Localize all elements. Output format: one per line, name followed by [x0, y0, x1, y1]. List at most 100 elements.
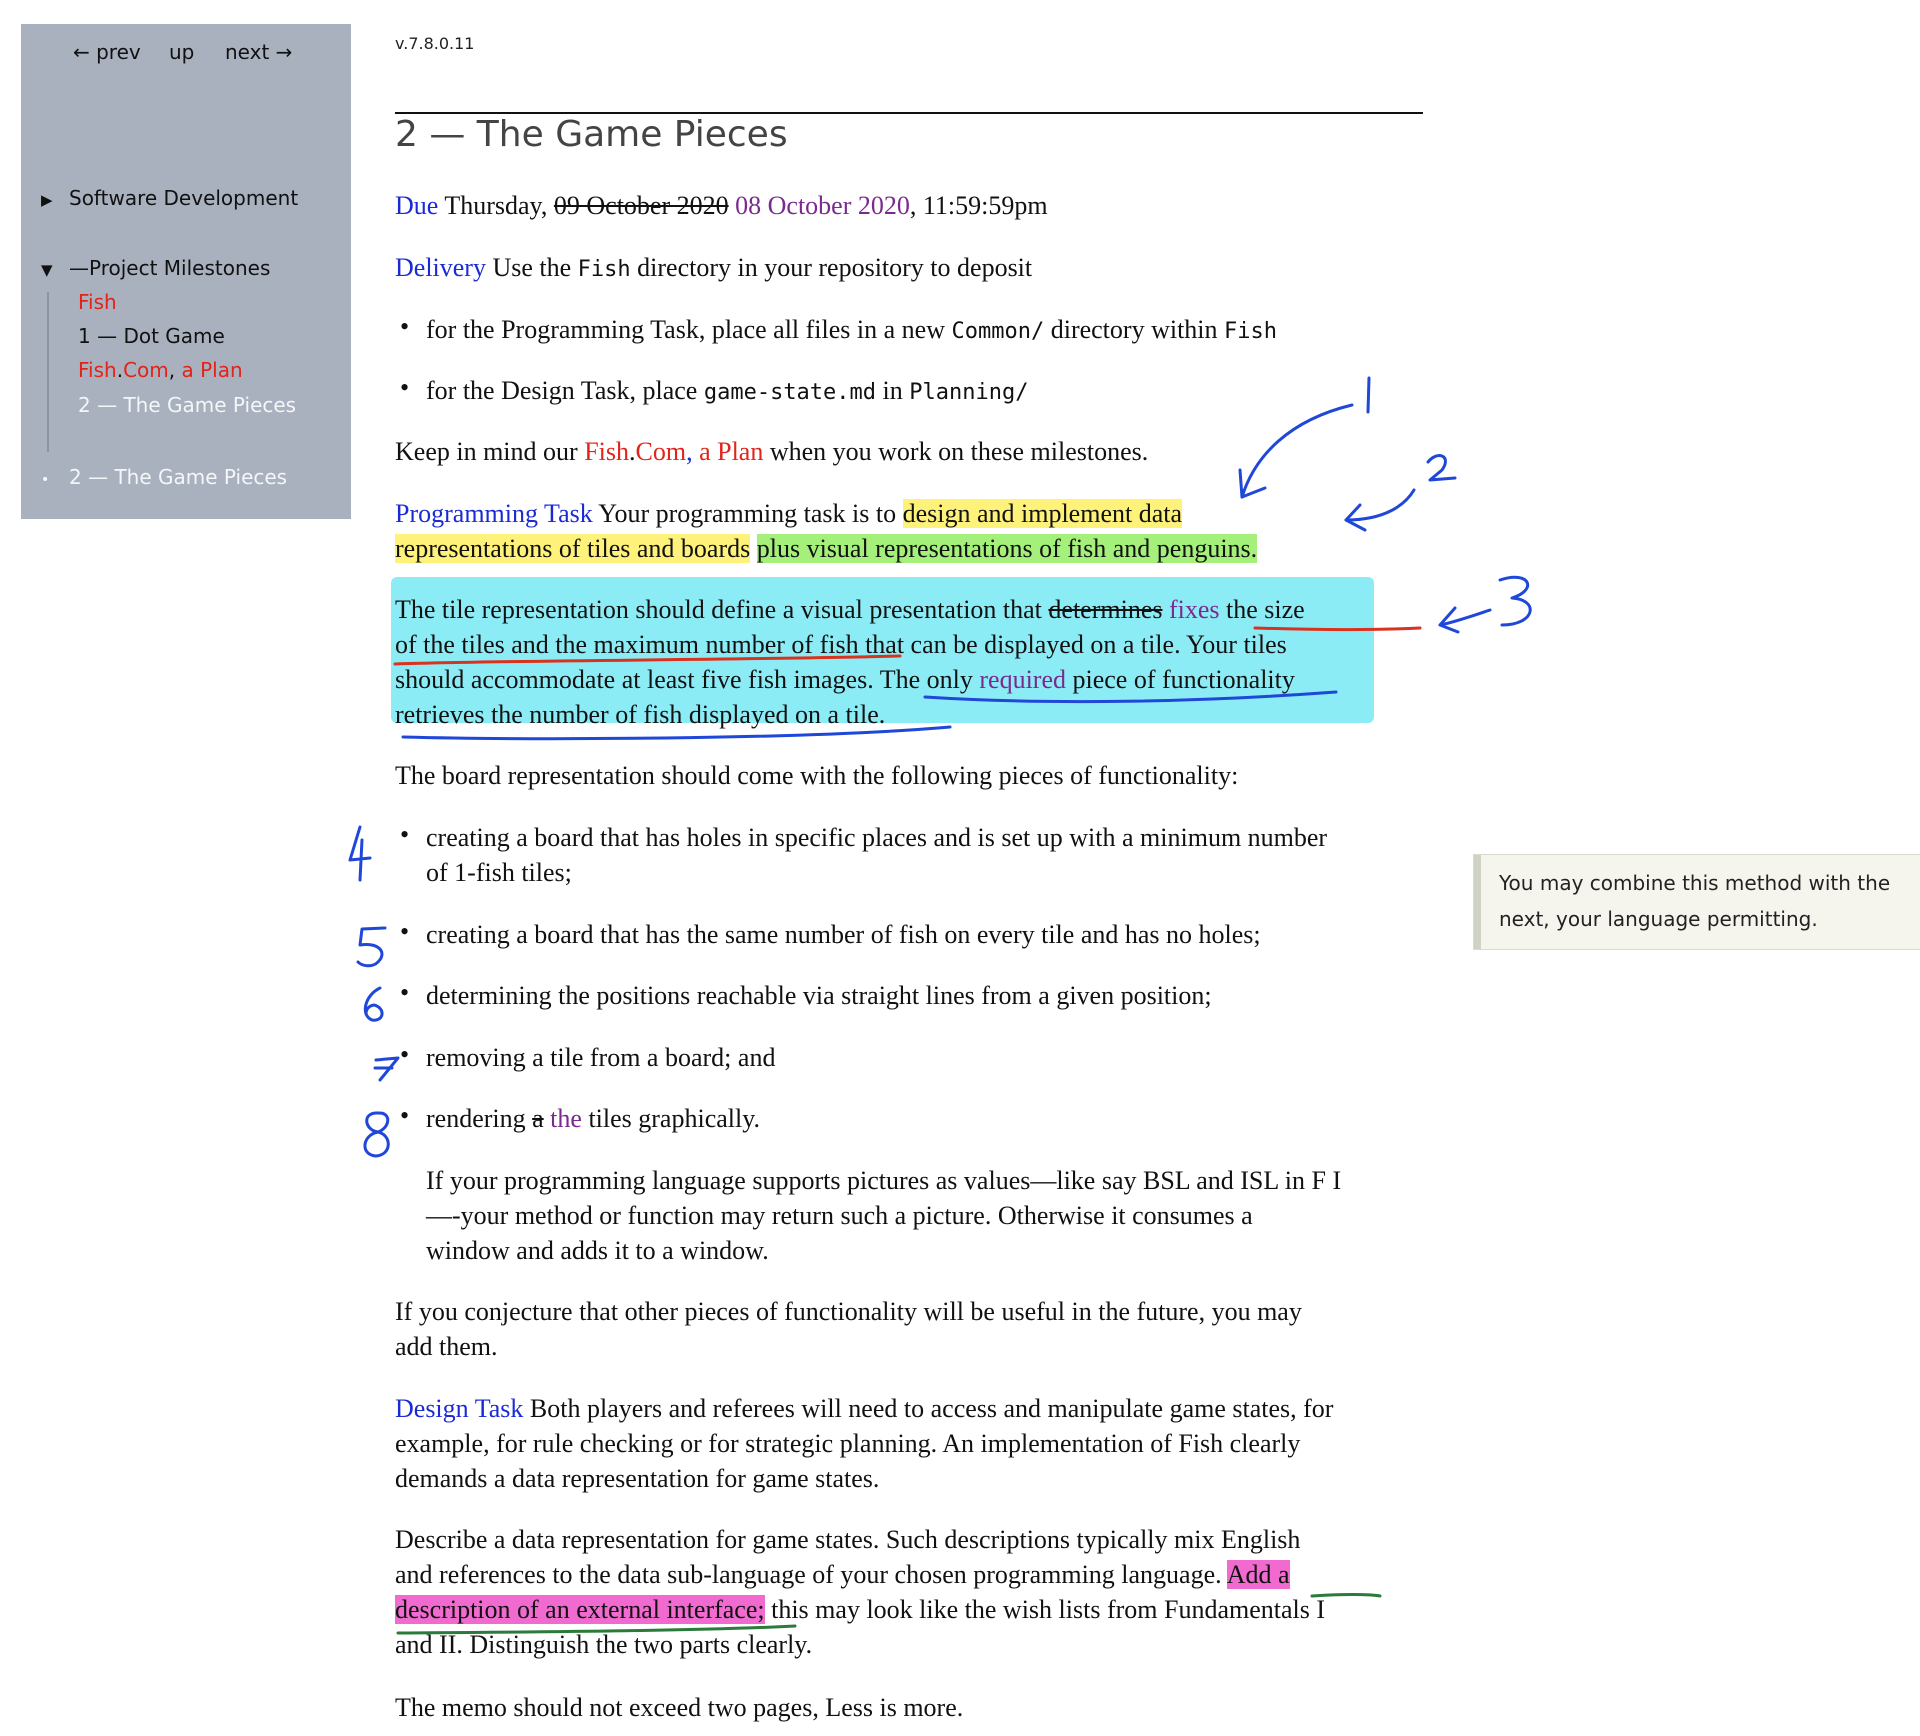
sidebar-item-dot-game[interactable]: 1 — Dot Game [78, 324, 225, 348]
sidebar-item-current-page[interactable]: • 2 — The Game Pieces [41, 465, 287, 489]
text: piece of functionality [1066, 665, 1295, 694]
prev-link[interactable]: ← prev [73, 40, 141, 64]
text: demands a data representation for game s… [395, 1464, 880, 1493]
text: directory within [1044, 315, 1225, 344]
pictures-paragraph: If your programming language supports pi… [426, 1163, 1426, 1268]
text: Both players and referees will need to a… [523, 1394, 1334, 1423]
list-item: rendering a the tiles graphically. [426, 1101, 1426, 1136]
inserted-text: required [979, 665, 1066, 694]
text: of 1-fish tiles; [426, 858, 572, 887]
list-item: determining the positions reachable via … [426, 981, 1212, 1010]
bullet: • [400, 312, 410, 341]
new-date: 08 October 2020 [728, 191, 910, 220]
sidebar-item-software-development[interactable]: ▶ Software Development [41, 186, 298, 210]
text: example, for rule checking or for strate… [395, 1429, 1301, 1458]
text: creating a board that has holes in speci… [426, 823, 1328, 852]
text: tiles graphically. [581, 1104, 761, 1133]
text: in [876, 376, 910, 405]
bullet: • [400, 917, 410, 946]
up-link[interactable]: up [169, 40, 194, 64]
bullet: • [400, 1040, 410, 1069]
memo-paragraph: The memo should not exceed two pages, Le… [395, 1693, 964, 1722]
code: Planning/ [909, 380, 1029, 405]
tree-guide-line [47, 292, 49, 452]
text: and references to the data sub-language … [395, 1560, 1227, 1589]
page-title: 2 — The Game Pieces [395, 114, 788, 155]
programming-task-label: Programming Task [395, 499, 593, 528]
code: Fish [1224, 319, 1277, 344]
sidebar-item-project-milestones[interactable]: ▼ —Project Milestones [41, 256, 270, 280]
text: rendering [426, 1104, 533, 1133]
text: window and adds it to a window. [426, 1236, 769, 1265]
highlight-magenta: description of an external interface; [395, 1595, 765, 1624]
version-label: v.7.8.0.11 [395, 34, 475, 53]
keep-in-mind-paragraph: Keep in mind our Fish.Com, a Plan when y… [395, 434, 1425, 469]
list-item: creating a board that has holes in speci… [426, 820, 1426, 890]
annotation-arrowhead-3 [1438, 606, 1460, 634]
sidebar-item-game-pieces[interactable]: 2 — The Game Pieces [78, 393, 296, 417]
sidebar-item-label: —Project Milestones [69, 256, 271, 280]
bullet-icon: • [41, 472, 50, 488]
inserted-text: the [543, 1104, 582, 1133]
list-item: creating a board that has the same numbe… [426, 920, 1261, 949]
text: —-your method or function may return suc… [426, 1201, 1253, 1230]
design-task-paragraph: Design Task Both players and referees wi… [395, 1391, 1425, 1496]
sidebar-item-fish-com-plan[interactable]: Fish.Com, a Plan [78, 358, 243, 382]
highlight-magenta: Add a [1226, 1560, 1290, 1589]
old-date: 09 October 2020 [553, 191, 729, 220]
text: Use the [485, 253, 578, 282]
annotation-number-8 [363, 1111, 390, 1158]
text: Your programming task is to [592, 499, 903, 528]
sidebar-item-fish[interactable]: Fish [78, 290, 117, 314]
struck-text: a [532, 1104, 544, 1133]
sidebar: ← prev up next → ▶ Software Development ▼… [21, 24, 351, 519]
bullet: • [400, 978, 410, 1007]
fish-com-link[interactable]: Com [636, 437, 687, 466]
due-time: , 11:59:59pm [909, 191, 1048, 220]
conjecture-paragraph: If you conjecture that other pieces of f… [395, 1294, 1425, 1364]
highlight-green: of fish and penguins. [1032, 534, 1258, 563]
list-item: for the Programming Task, place all file… [426, 312, 1426, 349]
link-text: a Plan [175, 358, 243, 382]
sidebar-item-label: 2 — The Game Pieces [69, 465, 288, 489]
bullet: • [400, 820, 410, 849]
design-task-label: Design Task [395, 1394, 524, 1423]
board-intro: The board representation should come wit… [395, 761, 1239, 790]
text: retrieves the number of fish displayed o… [395, 700, 886, 729]
fish-com-link[interactable]: a Plan [693, 437, 763, 466]
next-link[interactable]: next → [225, 40, 292, 64]
text: Describe a data representation for game … [395, 1525, 1301, 1554]
text: If your programming language supports pi… [426, 1166, 1342, 1195]
struck-text: determines [1048, 595, 1163, 624]
list-item: for the Design Task, place game-state.md… [426, 373, 1426, 410]
bullet: • [400, 1101, 410, 1130]
delivery-label: Delivery [395, 253, 486, 282]
annotation-number-4 [348, 825, 372, 882]
text: the size [1219, 595, 1305, 624]
text: this may look like the wish lists from F… [764, 1595, 1326, 1624]
highlight-green: plus visual representations [756, 534, 1033, 563]
list-item: removing a tile from a board; and [426, 1043, 776, 1072]
text: for the Design Task, place [426, 376, 704, 405]
describe-paragraph: Describe a data representation for game … [395, 1522, 1425, 1662]
text: when you work on these milestones. [763, 437, 1149, 466]
bullet: • [400, 373, 410, 402]
code: Fish [577, 257, 631, 282]
text: of the tiles and the maximum number of f… [395, 630, 1287, 659]
annotation-arrow-3 [1438, 608, 1492, 627]
code: Common/ [951, 319, 1045, 344]
expand-icon: ▶ [41, 191, 53, 209]
annotation-number-2 [1426, 454, 1457, 482]
delivery-paragraph: Delivery Use the Fish directory in your … [395, 250, 1425, 287]
inserted-text: fixes [1162, 595, 1220, 624]
margin-note: You may combine this method with the nex… [1474, 855, 1920, 949]
due-paragraph: Due Thursday, 09 October 2020 08 October… [395, 188, 1425, 223]
fish-com-link[interactable]: Fish [584, 437, 629, 466]
link-text: Fish [78, 358, 117, 382]
annotation-number-3 [1498, 575, 1532, 627]
highlight-yellow: representations of tiles and boards [395, 534, 751, 563]
text: add them. [395, 1332, 498, 1361]
annotation-number-6 [363, 986, 384, 1022]
tile-paragraph: The tile representation should define a … [395, 592, 1425, 732]
link-text: Com [123, 358, 169, 382]
